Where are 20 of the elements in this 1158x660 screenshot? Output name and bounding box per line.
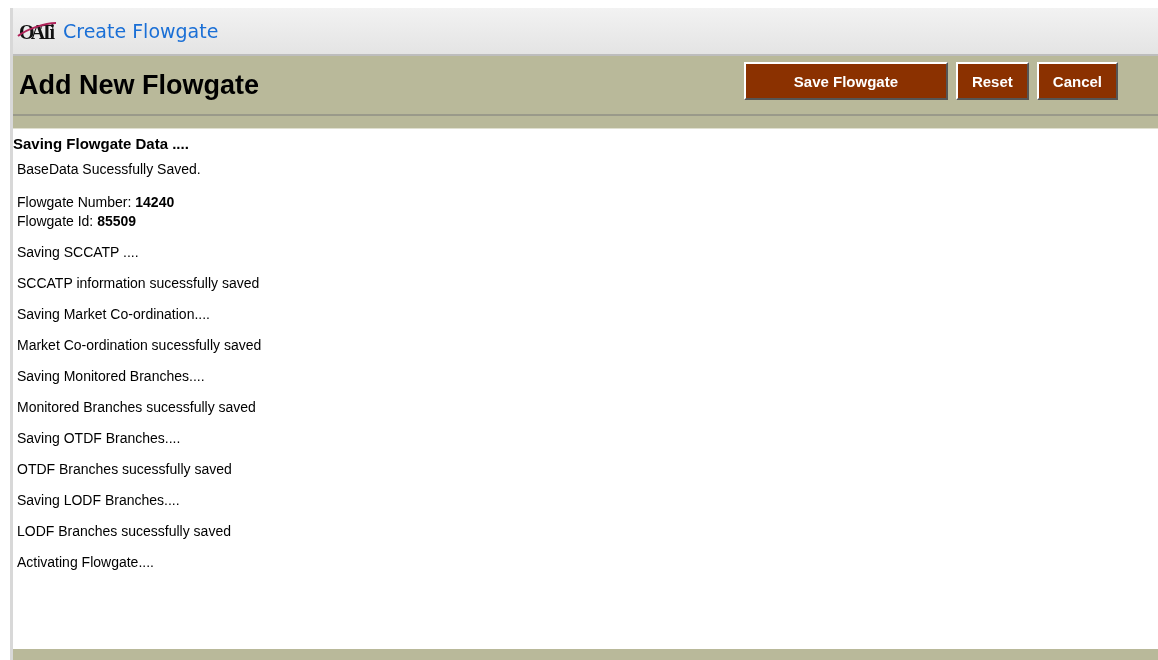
progress-message: Monitored Branches sucessfully saved [16,398,257,417]
progress-message: Saving Monitored Branches.... [16,367,206,386]
flowgate-detail: Flowgate Id: 85509 [17,212,138,231]
progress-message: Saving SCCATP .... [16,243,140,262]
action-button[interactable]: Cancel [1036,62,1118,100]
action-button[interactable]: Reset [955,62,1029,100]
progress-message: Saving Market Co-ordination.... [16,305,211,324]
action-button[interactable]: Save Flowgate [743,62,948,100]
page-title: Create Flowgate [63,20,219,42]
form-title: Add New Flowgate [19,69,259,101]
progress-message: Saving LODF Branches.... [16,491,181,510]
progress-message: LODF Branches sucessfully saved [16,522,232,541]
progress-message: OTDF Branches sucessfully saved [16,460,233,479]
progress-heading: Saving Flowgate Data .... [13,135,190,152]
progress-message: BaseData Sucessfully Saved. [16,160,202,179]
flowgate-detail: Flowgate Number: 14240 [17,193,176,212]
progress-message: Activating Flowgate.... [16,553,155,572]
progress-message: Saving OTDF Branches.... [16,429,182,448]
progress-message: Market Co-ordination sucessfully saved [16,336,263,355]
progress-message: SCCATP information sucessfully saved [16,274,261,293]
